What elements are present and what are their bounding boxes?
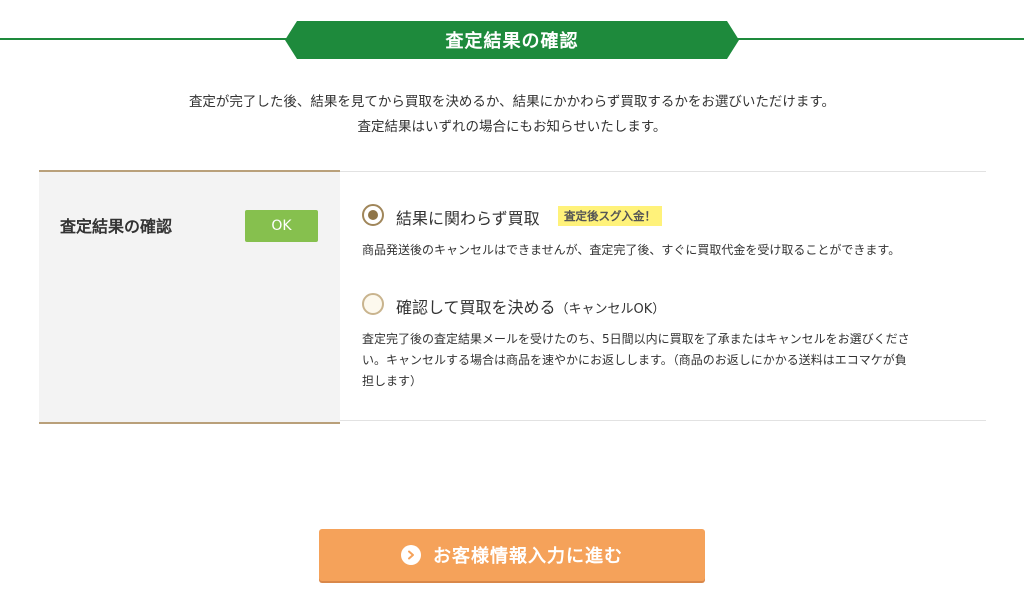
proceed-to-customer-info-button[interactable]: お客様情報入力に進む bbox=[319, 529, 705, 581]
divider bbox=[340, 420, 986, 421]
option-buy-regardless[interactable]: 結果に関わらず買取 査定後スグ入金！ 商品発送後のキャンセルはできませんが、査定… bbox=[362, 204, 982, 264]
option-confirm-then-buy[interactable]: 確認して買取を決める（キャンセルOK） 査定完了後の査定結果メールを受けたのち、… bbox=[362, 293, 962, 393]
label-column: 査定結果の確認 OK bbox=[39, 170, 340, 424]
option-title: 結果に関わらず買取 bbox=[396, 209, 540, 228]
desc-line: 担します） bbox=[362, 374, 423, 388]
desc-line: い。キャンセルする場合は商品を速やかにお返しします。（商品のお返しにかかる送料は… bbox=[362, 353, 907, 367]
intro-line-2: 査定結果はいずれの場合にもお知らせいたします。 bbox=[357, 119, 667, 135]
option-description: 査定完了後の査定結果メールを受けたのち、5日間以内に買取を了承またはキャンセルを… bbox=[362, 329, 962, 392]
radio-confirm-then-buy[interactable] bbox=[362, 293, 384, 315]
field-label: 査定結果の確認 bbox=[60, 217, 173, 236]
radio-buy-regardless[interactable] bbox=[362, 204, 384, 226]
option-description: 商品発送後のキャンセルはできませんが、査定完了後、すぐに買取代金を受け取ることが… bbox=[362, 243, 901, 257]
divider bbox=[340, 171, 986, 172]
option-title-suffix: （キャンセルOK） bbox=[555, 302, 666, 317]
cta-label: お客様情報入力に進む bbox=[433, 546, 623, 567]
intro-line-1: 査定が完了した後、結果を見てから買取を決めるか、結果にかかわらず買取するかをお選… bbox=[188, 94, 836, 110]
option-title-text: 確認して買取を決める bbox=[396, 298, 556, 317]
option-title: 確認して買取を決める（キャンセルOK） bbox=[396, 294, 665, 318]
assessment-confirm-section: 査定結果の確認 OK 結果に関わらず買取 査定後スグ入金！ 商品発送後のキャンセ… bbox=[39, 170, 986, 424]
desc-line: 査定完了後の査定結果メールを受けたのち、5日間以内に買取を了承またはキャンセルを… bbox=[362, 332, 910, 346]
instant-payment-badge: 査定後スグ入金！ bbox=[558, 206, 662, 226]
ok-status-badge: OK bbox=[245, 210, 318, 242]
intro-text: 査定が完了した後、結果を見てから買取を決めるか、結果にかかわらず買取するかをお選… bbox=[0, 90, 1024, 140]
section-title-banner: 査定結果の確認 bbox=[285, 21, 739, 59]
chevron-right-circle-icon bbox=[401, 545, 421, 565]
